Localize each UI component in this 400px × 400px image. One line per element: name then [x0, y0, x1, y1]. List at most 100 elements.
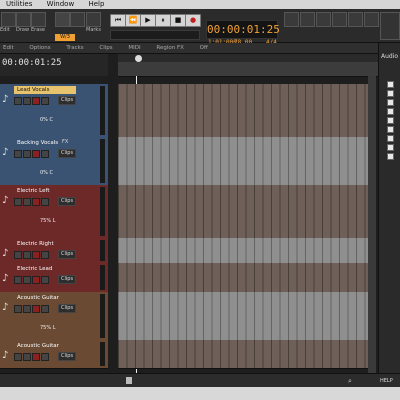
zoom-icon[interactable]: ⌕ [348, 377, 352, 386]
edit-tool-button[interactable] [1, 12, 16, 27]
draw-tool-button[interactable] [16, 12, 31, 27]
arm-button[interactable] [32, 251, 40, 259]
track-header[interactable]: Backing Vocals ♪ Clips FX 0% C [0, 137, 108, 186]
browser-checkbox[interactable] [387, 90, 394, 97]
solo-button[interactable] [23, 97, 31, 105]
track-lane[interactable] [118, 137, 368, 186]
vertical-scrollbar[interactable] [368, 76, 376, 373]
solo-button[interactable] [23, 305, 31, 313]
solo-button[interactable] [23, 150, 31, 158]
track-name[interactable]: Acoustic Guitar [14, 294, 76, 302]
punch-button[interactable] [316, 12, 331, 27]
module-button[interactable] [380, 12, 400, 40]
ruler-markers-strip[interactable] [118, 54, 378, 62]
track-lane[interactable] [118, 340, 368, 369]
track-clips-dropdown[interactable]: Clips [58, 149, 77, 158]
monitor-button[interactable] [41, 251, 49, 259]
solo-button[interactable] [23, 198, 31, 206]
subbar-options[interactable]: Options [29, 45, 50, 51]
browser-checkbox[interactable] [387, 144, 394, 151]
track-pan-value[interactable]: 75% L [40, 218, 56, 224]
transport-position-bar[interactable] [110, 30, 200, 40]
erase-tool-button[interactable] [31, 12, 46, 27]
arm-button[interactable] [32, 150, 40, 158]
mute-button[interactable] [14, 353, 22, 361]
browser-checkbox[interactable] [387, 117, 394, 124]
track-clips-dropdown[interactable]: Clips [58, 275, 77, 284]
mixer-button[interactable] [332, 12, 347, 27]
menu-utilities[interactable]: Utilities [6, 0, 32, 8]
subbar-clips[interactable]: Clips [99, 45, 112, 51]
track-header[interactable]: Electric Right ♪ Clips [0, 238, 108, 264]
arm-button[interactable] [32, 276, 40, 284]
rec-mode-badge[interactable]: W/3 [55, 34, 75, 41]
monitor-button[interactable] [41, 305, 49, 313]
browser-checkbox[interactable] [387, 99, 394, 106]
track-clips-dropdown[interactable]: Clips [58, 96, 77, 105]
menu-window[interactable]: Window [47, 0, 75, 8]
stop-button[interactable]: ■ [170, 14, 186, 27]
solo-button[interactable] [23, 251, 31, 259]
mute-button[interactable] [14, 198, 22, 206]
arm-button[interactable] [32, 305, 40, 313]
track-header[interactable]: Electric Lead ♪ Clips [0, 263, 108, 293]
menu-help[interactable]: Help [88, 0, 104, 8]
subbar-tracks[interactable]: Tracks [66, 45, 83, 51]
track-clips-dropdown[interactable]: Clips [58, 352, 77, 361]
record-button[interactable]: ● [185, 14, 201, 27]
track-lane[interactable] [118, 84, 368, 138]
solo-button[interactable] [23, 276, 31, 284]
browser-checkbox[interactable] [387, 153, 394, 160]
marks-button[interactable] [86, 12, 101, 27]
track-pan-value[interactable]: 0% C [40, 117, 53, 123]
export-button[interactable] [348, 12, 363, 27]
track-fx-label[interactable]: FX [62, 139, 68, 145]
subbar-edit[interactable]: Edit [3, 45, 14, 51]
mute-button[interactable] [14, 150, 22, 158]
rewind-button[interactable]: ⏮ [110, 14, 126, 27]
mute-button[interactable] [14, 251, 22, 259]
monitor-button[interactable] [41, 97, 49, 105]
playhead-marker[interactable] [135, 55, 142, 62]
arm-button[interactable] [32, 198, 40, 206]
browser-checkbox[interactable] [387, 81, 394, 88]
browser-checkbox[interactable] [387, 126, 394, 133]
track-header[interactable]: Acoustic Guitar ♪ Clips 75% L [0, 292, 108, 341]
mute-button[interactable] [14, 97, 22, 105]
track-clips-dropdown[interactable]: Clips [58, 304, 77, 313]
track-name[interactable]: Electric Right [14, 240, 76, 248]
pause-button[interactable]: ⏸ [155, 14, 171, 27]
metronome-button[interactable] [300, 12, 315, 27]
back-button[interactable]: ⏪ [125, 14, 141, 27]
subbar-midi[interactable]: MIDI [128, 45, 140, 51]
track-name[interactable]: Electric Lead [14, 265, 76, 273]
track-header[interactable]: Acoustic Guitar ♪ Clips [0, 340, 108, 369]
track-header[interactable]: Electric Left ♪ Clips 75% L [0, 185, 108, 239]
track-name[interactable]: Acoustic Guitar [14, 342, 76, 350]
track-pan-value[interactable]: 0% C [40, 170, 53, 176]
browser-checkbox[interactable] [387, 135, 394, 142]
track-lane[interactable] [118, 263, 368, 293]
track-clips-dropdown[interactable]: Clips [58, 197, 77, 206]
track-lane[interactable] [118, 292, 368, 341]
solo-button[interactable] [23, 353, 31, 361]
snap-grid-button[interactable] [55, 12, 70, 27]
browser-checkbox[interactable] [387, 108, 394, 115]
arm-button[interactable] [32, 97, 40, 105]
subbar-region-fx[interactable]: Region FX [156, 45, 184, 51]
timeline-ruler[interactable] [118, 54, 378, 77]
mute-button[interactable] [14, 276, 22, 284]
track-name[interactable]: Electric Left [14, 187, 76, 195]
mute-button[interactable] [14, 305, 22, 313]
monitor-button[interactable] [41, 276, 49, 284]
track-clips-dropdown[interactable]: Clips [58, 250, 77, 259]
track-header[interactable]: Lead Vocals ♪ Clips 0% C [0, 84, 108, 138]
arm-button[interactable] [32, 353, 40, 361]
monitor-button[interactable] [41, 198, 49, 206]
monitor-button[interactable] [41, 150, 49, 158]
track-lane[interactable] [118, 185, 368, 239]
snap-toggle-button[interactable] [70, 12, 85, 27]
play-button[interactable]: ▶ [140, 14, 156, 27]
loop-button[interactable] [284, 12, 299, 27]
scroll-thumb[interactable] [126, 377, 132, 384]
